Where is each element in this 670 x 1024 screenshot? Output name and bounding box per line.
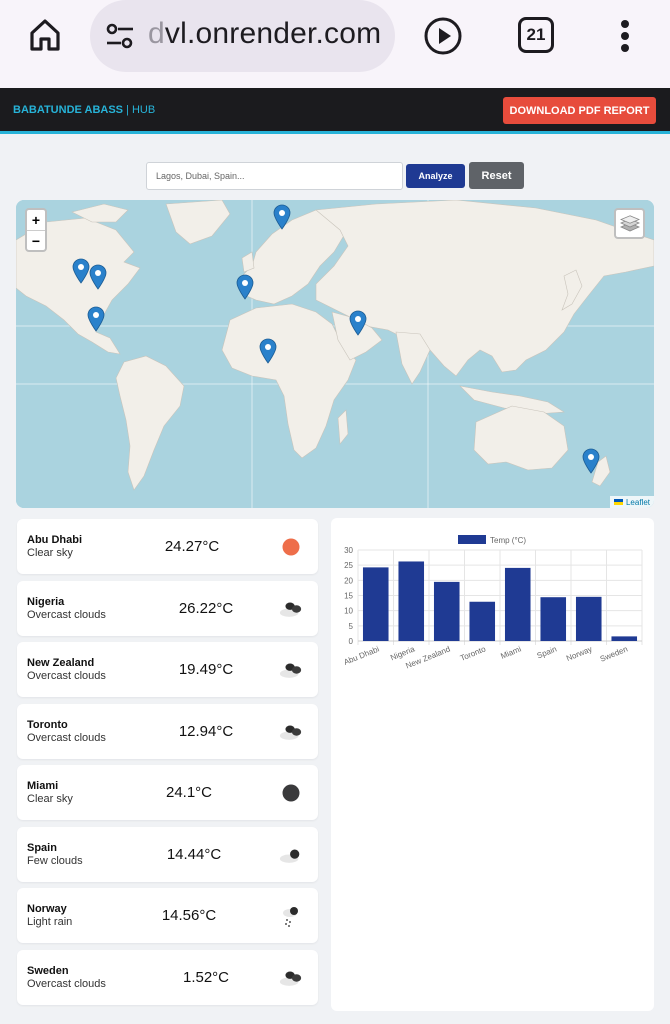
- bar: [611, 636, 638, 641]
- map-marker-nigeria[interactable]: [259, 338, 277, 364]
- y-tick-label: 25: [344, 561, 353, 570]
- temperature: 24.27°C: [164, 538, 220, 555]
- light-rain-icon: [279, 904, 303, 928]
- weather-description: Light rain: [27, 916, 73, 928]
- x-tick-label: Toronto: [459, 644, 488, 663]
- bar: [504, 567, 531, 641]
- map-marker-abu-dhabi[interactable]: [349, 310, 367, 336]
- temperature: 19.49°C: [178, 661, 234, 678]
- weather-description: Clear sky: [27, 793, 73, 805]
- map-marker-miami[interactable]: [87, 306, 105, 332]
- reset-button[interactable]: Reset: [469, 162, 524, 189]
- zoom-control: + −: [25, 208, 47, 252]
- map-marker-new-zealand[interactable]: [582, 448, 600, 474]
- world-map[interactable]: + − Leaflet: [16, 200, 654, 508]
- ukraine-flag-icon: [613, 499, 623, 505]
- y-tick-label: 15: [344, 592, 353, 601]
- weather-card: Sweden Overcast clouds 1.52°C: [17, 950, 318, 1005]
- brand-title: BABATUNDE ABASS | HUB: [13, 104, 156, 116]
- temperature-chart-panel: Temp (°C) 0 5 10 15 20 25 30 Abu Dhabi Nigeria New…: [331, 518, 654, 1011]
- x-tick-label: Norway: [565, 645, 594, 664]
- bar: [469, 601, 496, 641]
- weather-card: Norway Light rain 14.56°C: [17, 888, 318, 943]
- x-tick-label: Abu Dhabi: [342, 644, 380, 666]
- x-tick-label: Spain: [536, 645, 558, 661]
- y-tick-label: 20: [344, 576, 353, 585]
- city-name: Sweden: [27, 965, 69, 977]
- city-name: New Zealand: [27, 657, 95, 669]
- overcast-clouds-icon: [279, 966, 303, 990]
- legend-swatch: [458, 535, 486, 544]
- temperature: 26.22°C: [178, 600, 234, 617]
- more-menu-icon[interactable]: [612, 16, 638, 56]
- download-pdf-button[interactable]: DOWNLOAD PDF REPORT: [503, 97, 656, 124]
- weather-card: Nigeria Overcast clouds 26.22°C: [17, 581, 318, 636]
- overcast-clouds-icon: [279, 720, 303, 744]
- overcast-clouds-icon: [279, 597, 303, 621]
- y-tick-label: 10: [344, 607, 353, 616]
- weather-description: Overcast clouds: [27, 670, 106, 682]
- map-marker-spain[interactable]: [236, 274, 254, 300]
- map-marker-norway[interactable]: [273, 204, 291, 230]
- home-icon[interactable]: [24, 14, 66, 56]
- city-search-input[interactable]: [146, 162, 403, 190]
- bar: [540, 597, 567, 641]
- y-tick-label: 30: [344, 546, 353, 555]
- play-icon[interactable]: [422, 15, 464, 57]
- browser-toolbar: dvl.onrender.com 21: [0, 0, 670, 88]
- temperature: 14.56°C: [161, 907, 217, 924]
- x-tick-label: Miami: [499, 644, 522, 660]
- temperature: 14.44°C: [166, 846, 222, 863]
- analyze-button[interactable]: Analyze: [406, 164, 465, 188]
- temperature: 1.52°C: [182, 969, 230, 986]
- city-name: Spain: [27, 842, 57, 854]
- weather-card: Toronto Overcast clouds 12.94°C: [17, 704, 318, 759]
- site-settings-icon[interactable]: [104, 22, 136, 50]
- city-name: Nigeria: [27, 596, 65, 608]
- y-tick-label: 5: [349, 622, 354, 631]
- bar: [433, 581, 460, 641]
- map-marker-toronto[interactable]: [72, 258, 90, 284]
- city-name: Norway: [27, 903, 67, 915]
- address-bar[interactable]: dvl.onrender.com: [90, 0, 395, 72]
- weather-description: Few clouds: [27, 855, 83, 867]
- zoom-in-button[interactable]: +: [27, 210, 45, 230]
- moon-icon: [279, 781, 303, 805]
- bar: [398, 561, 425, 641]
- weather-card: Spain Few clouds 14.44°C: [17, 827, 318, 882]
- temperature: 24.1°C: [165, 784, 213, 801]
- city-name: Abu Dhabi: [27, 534, 82, 546]
- legend-label: Temp (°C): [490, 536, 526, 545]
- map-marker-new-york[interactable]: [89, 264, 107, 290]
- city-name: Toronto: [27, 719, 68, 731]
- temperature-bar-chart: Temp (°C)051015202530Abu Dhabi NigeriaNew…: [342, 535, 643, 671]
- layers-icon[interactable]: [614, 208, 645, 239]
- weather-description: Overcast clouds: [27, 732, 106, 744]
- app-header: BABATUNDE ABASS | HUB DOWNLOAD PDF REPOR…: [0, 88, 670, 134]
- weather-description: Overcast clouds: [27, 609, 106, 621]
- bar: [362, 567, 389, 641]
- tab-count-button[interactable]: 21: [518, 17, 554, 53]
- temperature: 12.94°C: [178, 723, 234, 740]
- bar: [575, 596, 602, 641]
- city-name: Miami: [27, 780, 59, 792]
- map-attribution[interactable]: Leaflet: [609, 496, 654, 508]
- map-tiles: [16, 200, 654, 508]
- zoom-out-button[interactable]: −: [27, 230, 45, 250]
- weather-card: Miami Clear sky 24.1°C: [17, 765, 318, 820]
- x-tick-label: Sweden: [599, 645, 629, 664]
- sun-icon: [279, 535, 303, 559]
- overcast-clouds-icon: [279, 658, 303, 682]
- url-text: dvl.onrender.com: [148, 17, 382, 50]
- weather-card: New Zealand Overcast clouds 19.49°C: [17, 642, 318, 697]
- weather-description: Clear sky: [27, 547, 73, 559]
- weather-card: Abu Dhabi Clear sky 24.27°C: [17, 519, 318, 574]
- weather-description: Overcast clouds: [27, 978, 106, 990]
- y-tick-label: 0: [349, 637, 354, 646]
- few-clouds-icon: [279, 843, 303, 867]
